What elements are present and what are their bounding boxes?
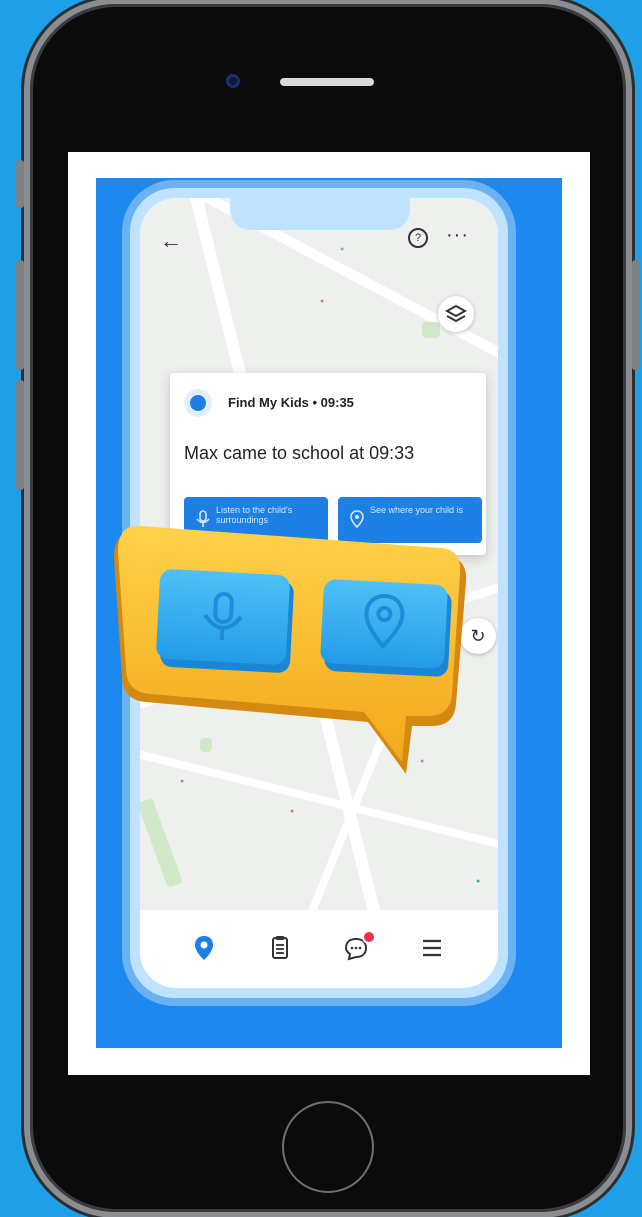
phone-screen: ● ● ● ● ● ● ← ? ··· ↻ Find My Kids • 09:… [68,152,590,1075]
tab-menu[interactable] [416,932,448,964]
notification-badge [362,930,376,944]
earpiece-speaker [280,78,374,86]
notification-message: Max came to school at 09:33 [184,443,415,463]
map-poi: ● [476,878,481,885]
layers-icon [444,304,468,323]
volume-down-button [16,380,24,490]
tab-chat[interactable] [340,930,376,964]
map-poi: ● [290,808,295,815]
park-area [140,797,183,889]
action-label: Listen to the child's surroundings [216,505,293,525]
phone-frame: ● ● ● ● ● ● ← ? ··· ↻ Find My Kids • 09:… [16,4,640,1212]
front-camera [226,74,240,88]
tab-history[interactable] [264,932,296,964]
bubble-mic-button [156,569,294,673]
volume-up-button [16,260,24,370]
arrow-left-icon[interactable]: ← [160,228,182,254]
bottom-tab-bar [140,910,498,988]
speech-bubble-illustration [114,526,467,774]
home-button[interactable] [282,1101,374,1193]
bubble-location-button [320,579,452,677]
promo-background: ● ● ● ● ● ● ← ? ··· ↻ Find My Kids • 09:… [96,178,562,1048]
mute-switch [16,160,24,208]
clipboard-icon [272,936,288,959]
map-poi: ● [320,298,325,305]
action-label: See where your child is [370,505,464,515]
layers-button[interactable] [438,296,474,332]
power-button [632,260,640,370]
notification-title: Find My Kids • 09:35 [228,395,354,410]
location-pin-icon [195,936,213,960]
more-dots-icon[interactable]: ··· [446,224,469,247]
question-circle-icon[interactable]: ? [408,228,428,248]
inner-phone-notch [230,198,410,230]
hamburger-menu-icon [423,939,441,957]
app-logo-icon [184,389,212,417]
tab-map[interactable] [188,932,220,964]
